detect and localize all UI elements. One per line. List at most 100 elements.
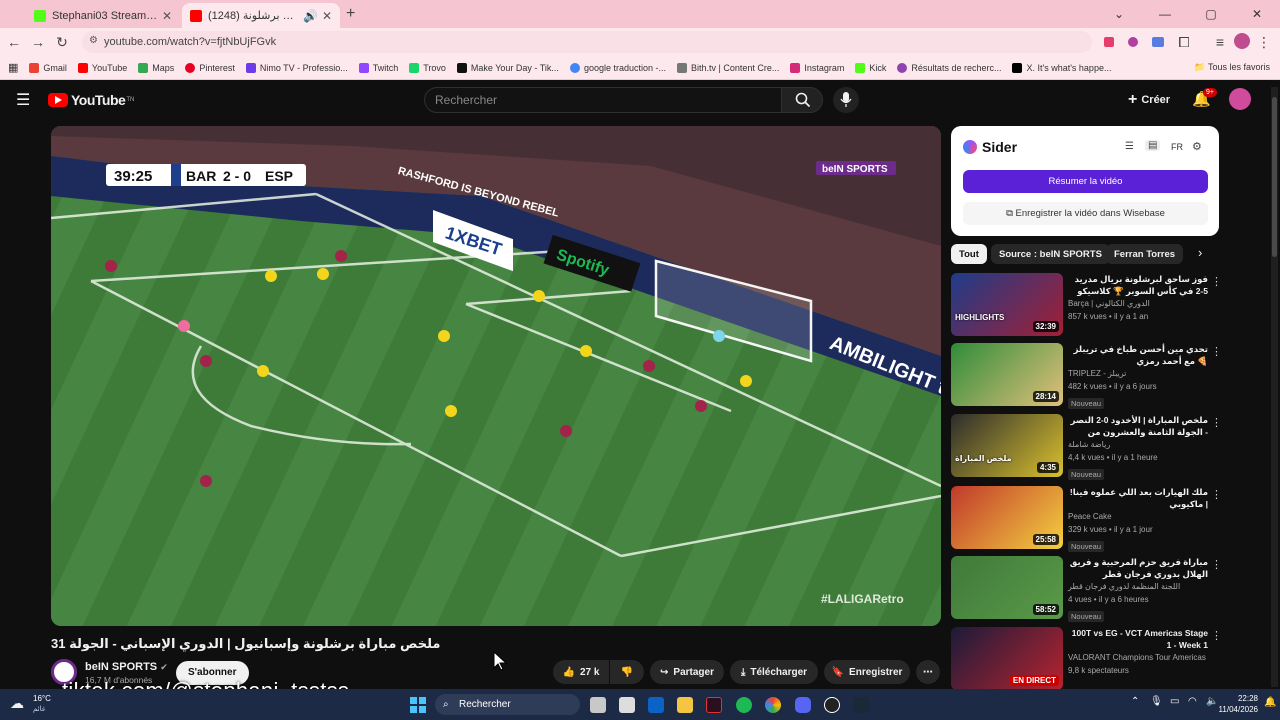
chip-ferran-torres[interactable]: Ferran Torres: [1106, 244, 1184, 264]
chrome-icon[interactable]: [765, 697, 781, 713]
steam-icon[interactable]: [853, 697, 869, 713]
channel-name[interactable]: رياضة شاملة: [1068, 438, 1208, 451]
channel-name[interactable]: Barça | الدوري الكتالوني: [1068, 297, 1208, 310]
more-actions-button[interactable]: ⋯: [916, 660, 940, 684]
language-toggle[interactable]: FR: [1171, 142, 1183, 152]
forward-icon[interactable]: →: [30, 34, 46, 50]
more-options-icon[interactable]: ⋮: [1211, 345, 1222, 358]
close-icon[interactable]: ✕: [322, 9, 332, 23]
create-button[interactable]: + Créer: [1128, 91, 1170, 109]
site-info-icon[interactable]: ⚙: [89, 35, 98, 46]
youtube-logo[interactable]: YouTube TN: [48, 92, 134, 108]
tab-youtube-video[interactable]: ملخص مباراة برشلونة (1248) 🔊 ✕: [182, 3, 340, 28]
channel-name[interactable]: VALORANT Champions Tour Americas: [1068, 651, 1208, 664]
video-thumbnail[interactable]: EN DIRECT: [951, 627, 1063, 690]
recommended-video[interactable]: 58:52 مباراة فريق حزم المرحبية و فريق اله…: [951, 556, 1251, 622]
file-explorer-icon[interactable]: [677, 697, 693, 713]
weather-temp[interactable]: 16°C: [33, 694, 51, 703]
bookmark-pinterest[interactable]: Pinterest: [185, 62, 235, 73]
save-to-wisebase-button[interactable]: ⧉ Enregistrer la vidéo dans Wisebase: [963, 202, 1208, 225]
apps-icon[interactable]: ▦: [8, 61, 18, 74]
recommended-video[interactable]: 25:58 ملك الهيارات بعد اللي عملوه فينا! |…: [951, 486, 1251, 552]
bookmark-google-translate[interactable]: google traduction -...: [569, 62, 666, 73]
channel-name[interactable]: beIN SPORTS ✔: [85, 661, 168, 673]
bookmark-bith[interactable]: Bith.tv | Content Cre...: [677, 62, 779, 73]
more-options-icon[interactable]: ⋮: [1211, 558, 1222, 571]
video-thumbnail[interactable]: 28:14: [951, 343, 1063, 406]
bookmark-tiktok[interactable]: Make Your Day - Tik...: [456, 62, 559, 73]
spotify-icon[interactable]: [736, 697, 752, 713]
grid-view-icon[interactable]: ▤: [1145, 140, 1161, 151]
bookmark-maps[interactable]: Maps: [138, 62, 174, 73]
clock-time[interactable]: 22:28: [1228, 694, 1258, 703]
obs-icon[interactable]: [824, 697, 840, 713]
chevron-down-icon[interactable]: ⌄: [1096, 0, 1142, 28]
video-title[interactable]: فوز ساحق لبرشلونة بريال مدريد 5-2 في كأس…: [1068, 273, 1208, 297]
video-title[interactable]: ملخص المباراة | الأخدود 0-2 النصر - الجو…: [1068, 414, 1208, 438]
notification-center-icon[interactable]: 🔔: [1264, 697, 1276, 708]
puzzle-icon[interactable]: ⧠: [1176, 34, 1192, 51]
bookmark-instagram[interactable]: Instagram: [790, 62, 844, 73]
maximize-icon[interactable]: ▢: [1188, 0, 1234, 28]
more-options-icon[interactable]: ⋮: [1211, 275, 1222, 288]
windows-start-icon[interactable]: [410, 697, 426, 713]
hamburger-menu-icon[interactable]: ☰: [16, 90, 30, 110]
audio-icon[interactable]: 🔊: [303, 9, 318, 23]
summarize-video-button[interactable]: Résumer la vidéo: [963, 170, 1208, 193]
bookmark-trovo[interactable]: Trovo: [409, 62, 446, 73]
all-bookmarks-folder[interactable]: 📁 Tous les favoris: [1194, 62, 1270, 73]
task-view-icon[interactable]: [590, 697, 606, 713]
weather-cloud-icon[interactable]: ☁: [10, 695, 24, 712]
microphone-tray-icon[interactable]: 🎙: [1150, 696, 1163, 707]
video-title[interactable]: ملك الهيارات بعد اللي عملوه فينا! | ماكي…: [1068, 486, 1208, 510]
search-button[interactable]: [781, 87, 823, 113]
recommended-video[interactable]: HIGHLIGHTS 32:39 فوز ساحق لبرشلونة بريال م…: [951, 273, 1251, 337]
video-thumbnail[interactable]: 25:58: [951, 486, 1063, 549]
search-input[interactable]: Rechercher: [424, 87, 782, 113]
bookmark-youtube[interactable]: YouTube: [77, 62, 127, 73]
minimize-icon[interactable]: —: [1142, 0, 1188, 28]
channel-name[interactable]: اللجنة المنظمة لدوري فرجان قطر: [1068, 580, 1208, 593]
address-bar[interactable]: ⚙ youtube.com/watch?v=fjtNbUjFGvk: [82, 31, 1092, 53]
dislike-button[interactable]: 👎: [610, 660, 644, 684]
back-icon[interactable]: ←: [6, 34, 22, 50]
bookmark-kick[interactable]: Kick: [855, 62, 886, 73]
more-options-icon[interactable]: ⋮: [1211, 629, 1222, 642]
reading-list-icon[interactable]: ≡: [1212, 34, 1228, 50]
bookmark-x[interactable]: X. It's what's happe...: [1012, 62, 1111, 73]
network-icon[interactable]: ▭: [1170, 696, 1179, 707]
tray-chevron-icon[interactable]: ⌃: [1131, 696, 1139, 707]
capcut-icon[interactable]: [706, 697, 722, 713]
like-button[interactable]: 👍 27 k: [553, 660, 609, 684]
video-thumbnail[interactable]: 58:52: [951, 556, 1063, 619]
voice-search-button[interactable]: [833, 87, 859, 113]
more-options-icon[interactable]: ⋮: [1211, 416, 1222, 429]
more-options-icon[interactable]: ⋮: [1211, 488, 1222, 501]
chip-all[interactable]: Tout: [951, 244, 987, 264]
download-button[interactable]: ⤓ Télécharger: [730, 660, 818, 684]
bookmark-search-results[interactable]: Résultats de recherc...: [897, 62, 1001, 73]
recommended-video[interactable]: 28:14 تحدي مين أحسن طباخ في تريبلز 🍕 مع أ…: [951, 343, 1251, 409]
video-player[interactable]: 1XBET Spotify AMBILIGHT tv RASHFORD IS B…: [51, 126, 941, 626]
close-window-icon[interactable]: ✕: [1234, 0, 1280, 28]
channel-name[interactable]: Peace Cake: [1068, 510, 1208, 523]
chip-source-bein[interactable]: Source : beIN SPORTS: [991, 244, 1110, 264]
share-button[interactable]: ↪ Partager: [650, 660, 724, 684]
list-view-icon[interactable]: ☰: [1125, 141, 1134, 152]
close-icon[interactable]: ✕: [162, 9, 172, 23]
store-icon[interactable]: [619, 697, 635, 713]
bookmark-gmail[interactable]: Gmail: [29, 62, 67, 73]
chevron-right-icon[interactable]: ›: [1198, 245, 1202, 260]
recommended-video[interactable]: EN DIRECT 100T vs EG - VCT Americas Stage…: [951, 627, 1251, 691]
settings-gear-icon[interactable]: ⚙: [1192, 140, 1202, 153]
taskbar-search[interactable]: ⌕ Rechercher: [435, 694, 580, 715]
clock-date[interactable]: 11/04/2026: [1206, 705, 1258, 714]
profile-avatar-icon[interactable]: [1234, 33, 1250, 49]
outlook-icon[interactable]: [648, 697, 664, 713]
bookmark-nimo[interactable]: Nimo TV - Professio...: [245, 62, 348, 73]
discord-icon[interactable]: [795, 697, 811, 713]
tab-kick-stream[interactable]: Stephani03 Stream - Watch Live on Kick ✕: [26, 3, 180, 28]
save-button[interactable]: 🔖 Enregistrer: [824, 660, 910, 684]
video-title[interactable]: مباراة فريق حزم المرحبية و فريق الهلال ب…: [1068, 556, 1208, 580]
wifi-icon[interactable]: ◠: [1188, 696, 1197, 707]
